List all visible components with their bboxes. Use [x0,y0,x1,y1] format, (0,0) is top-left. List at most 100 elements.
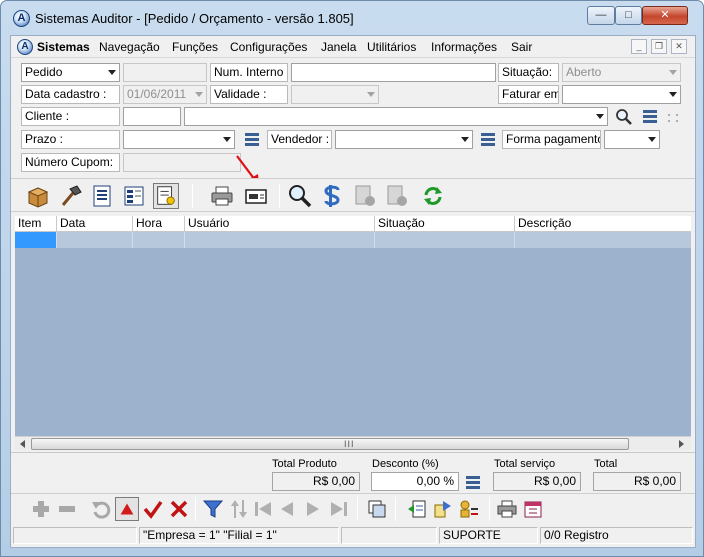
validade-input[interactable] [291,85,379,104]
app-window: A Sistemas Auditor - [Pedido / Orçamento… [0,0,704,557]
tipo-select[interactable]: Pedido [21,63,120,82]
faturar-em-select[interactable] [562,85,681,104]
numero-cupom-input[interactable] [123,153,241,172]
cliente-code-input[interactable] [123,107,181,126]
refresh-icon[interactable] [420,183,446,209]
column-item[interactable]: Item [15,216,57,232]
menu-janela[interactable]: Janela [321,40,356,54]
grid-cell[interactable] [375,232,515,248]
menu-sair[interactable]: Sair [511,40,532,54]
calendar-icon[interactable] [521,497,545,521]
export-green-icon[interactable] [405,497,429,521]
hammer-icon[interactable] [57,183,83,209]
forma-pagamento-select[interactable] [604,130,660,149]
money-icon[interactable] [320,183,346,209]
previous-record-icon[interactable] [275,497,299,521]
grid-cell[interactable] [515,232,691,248]
column-data[interactable]: Data [57,216,133,232]
table-row[interactable] [15,232,691,248]
cliente-name-select[interactable] [184,107,608,126]
copy-records-icon[interactable] [365,497,389,521]
menu-funcoes[interactable]: Funções [172,40,218,54]
vendedor-list-icon[interactable] [481,133,497,147]
mdi-minimize-button[interactable]: _ [631,39,647,54]
prazo-select[interactable] [123,130,235,149]
add-icon[interactable] [29,497,53,521]
magnifier-icon[interactable] [287,183,313,209]
print-icon[interactable] [495,497,519,521]
undo-icon[interactable] [89,497,113,521]
card-reader-icon[interactable] [243,183,269,209]
document-edit-icon[interactable] [153,183,179,209]
grid-cell[interactable] [57,232,133,248]
menu-utilitarios[interactable]: Utilitários [367,40,416,54]
chevron-down-icon [223,137,231,142]
menu-configuracoes[interactable]: Configurações [230,40,307,54]
menu-informacoes[interactable]: Informações [431,40,497,54]
column-descricao[interactable]: Descrição [515,216,691,232]
title-bar[interactable]: A Sistemas Auditor - [Pedido / Orçamento… [1,1,703,35]
grid-body[interactable] [15,248,691,436]
first-record-icon[interactable] [251,497,275,521]
data-cadastro-input[interactable]: 01/06/2011 [123,85,207,104]
tipo-description-field [123,63,207,82]
mdi-restore-button[interactable]: ❐ [651,39,667,54]
document-list-icon[interactable] [89,183,115,209]
cliente-label: Cliente : [21,107,120,126]
chevron-down-icon [461,137,469,142]
selected-cell[interactable] [15,232,57,248]
last-record-icon[interactable] [327,497,351,521]
printer-icon[interactable] [209,183,235,209]
validade-label: Validade : [210,85,288,104]
column-hora[interactable]: Hora [133,216,185,232]
form-view-icon[interactable] [121,183,147,209]
chevron-down-icon [367,92,375,97]
document-disabled-icon[interactable] [352,183,378,209]
maximize-button[interactable]: □ [615,6,642,25]
cancel-x-icon[interactable] [167,497,191,521]
app-logo-icon: A [13,10,30,27]
grid-cell[interactable] [133,232,185,248]
forma-pagamento-label: Forma pagamento: [502,130,601,149]
document-disabled-alt-icon[interactable] [384,183,410,209]
scroll-thumb[interactable]: III [31,438,629,450]
transfer-icon[interactable] [431,497,455,521]
desconto-input[interactable]: 0,00 % [371,472,459,491]
triangle-up-icon[interactable] [115,497,139,521]
minimize-button[interactable]: — [587,6,615,25]
sort-icon[interactable] [227,497,251,521]
prazo-list-icon[interactable] [245,133,261,147]
chevron-down-icon [669,92,677,97]
next-record-icon[interactable] [301,497,325,521]
column-situacao[interactable]: Situação [375,216,515,232]
main-toolbar [11,178,695,212]
situacao-select[interactable]: Aberto [562,63,681,82]
package-icon[interactable] [25,183,51,209]
scroll-right-icon[interactable] [679,440,684,448]
filter-icon[interactable] [201,497,225,521]
search-icon[interactable] [615,108,633,126]
remove-icon[interactable] [55,497,79,521]
horizontal-scrollbar[interactable]: III [15,436,691,450]
menu-sistemas[interactable]: Sistemas [37,40,90,54]
user-list-icon[interactable] [457,497,481,521]
mdi-close-button[interactable]: ✕ [671,39,687,54]
situacao-label: Situação: [498,63,559,82]
total-value: R$ 0,00 [593,472,681,491]
grid-cell[interactable] [185,232,375,248]
column-usuario[interactable]: Usuário [185,216,375,232]
menu-logo-icon[interactable]: A [17,39,33,55]
chevron-down-icon [195,92,203,97]
confirm-check-icon[interactable] [141,497,165,521]
close-button[interactable]: ✕ [642,6,688,25]
num-interno-input[interactable] [291,63,496,82]
cliente-list-icon[interactable] [643,110,659,124]
menu-navegacao[interactable]: Navegação [99,40,160,54]
desconto-list-icon[interactable] [466,476,482,490]
status-record-count: 0/0 Registro [540,527,693,544]
vendedor-select[interactable] [335,130,473,149]
prazo-label: Prazo : [21,130,120,149]
scroll-left-icon[interactable] [20,440,25,448]
toolbar-separator [195,497,196,521]
numero-cupom-label: Número Cupom: [21,153,120,172]
